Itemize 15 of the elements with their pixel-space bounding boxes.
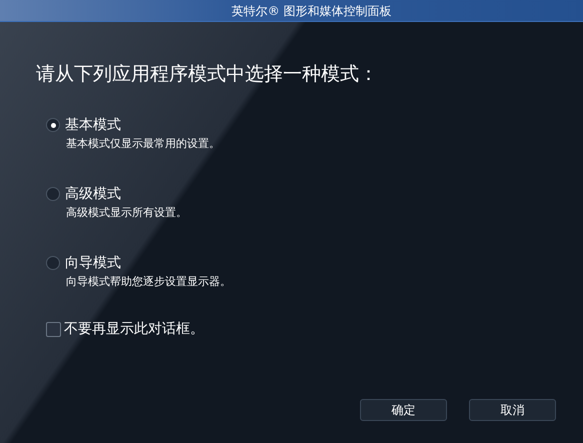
mode-description: 高级模式显示所有设置。 [65,205,188,221]
checkbox[interactable] [46,322,61,336]
mode-label[interactable]: 向导模式 [65,254,121,272]
checkbox-label[interactable]: 不要再显示此对话框。 [64,320,204,338]
dialog-button[interactable]: 确定 [360,399,447,421]
dialog-button[interactable]: 取消 [469,399,556,421]
mode-description: 向导模式帮助您逐步设置显示器。 [65,274,232,290]
mode-label[interactable]: 高级模式 [65,185,121,203]
mode-description: 基本模式仅显示最常用的设置。 [65,136,221,152]
mode-label[interactable]: 基本模式 [65,116,121,134]
window-title: 英特尔® 图形和媒体控制面板 [230,2,392,20]
radio-button[interactable] [46,256,60,270]
radio-button[interactable] [46,118,60,132]
heading: 请从下列应用程序模式中选择一种模式： [36,62,379,86]
radio-button[interactable] [46,187,60,201]
